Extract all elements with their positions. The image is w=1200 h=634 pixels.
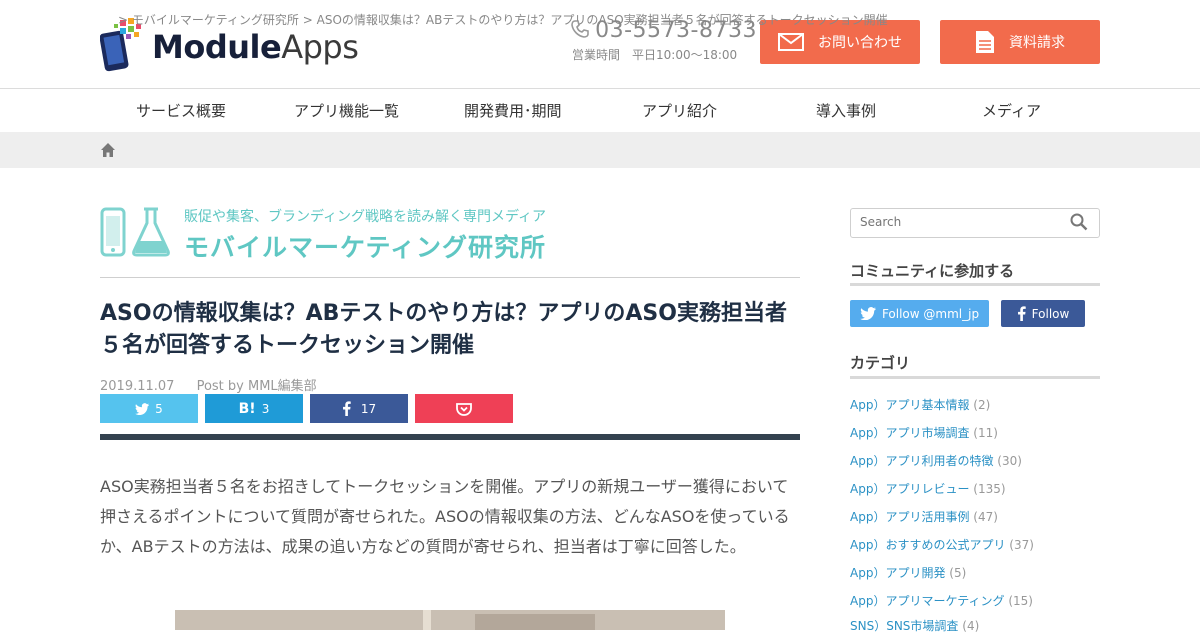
- document-request-label: 資料請求: [1009, 35, 1065, 51]
- category-label: App）アプリマーケティング: [850, 594, 1005, 608]
- home-icon[interactable]: [100, 142, 116, 158]
- community-heading: コミュニティに参加する: [850, 262, 1015, 280]
- share-hatena-button[interactable]: B! 3: [205, 394, 303, 423]
- share-twitter-button[interactable]: 5: [100, 394, 198, 423]
- facebook-icon: [1017, 306, 1026, 321]
- category-label: App）おすすめの公式アプリ: [850, 538, 1006, 552]
- main-nav: サービス概要 アプリ機能一覧 開発費用･期間 アプリ紹介 導入事例 メディア: [0, 89, 1200, 132]
- category-count: (37): [1009, 538, 1034, 552]
- category-count: (47): [973, 510, 998, 524]
- category-label: App）アプリ基本情報: [850, 398, 970, 412]
- document-icon: [976, 31, 994, 53]
- category-count: (4): [962, 619, 980, 633]
- logo-text-apps: Apps: [281, 28, 359, 66]
- nav-item-media[interactable]: メディア: [982, 100, 1041, 121]
- document-request-button[interactable]: 資料請求: [940, 20, 1100, 64]
- twitter-icon: [135, 402, 150, 415]
- category-count: (30): [997, 454, 1022, 468]
- article-meta: 2019.11.07 Post by MML編集部: [100, 375, 317, 394]
- category-label: App）アプリ利用者の特徴: [850, 454, 994, 468]
- breadcrumb-item-current: ASOの情報収集は？ABテストのやり方は？アプリのASO実務担当者５名が回答する…: [316, 13, 888, 27]
- breadcrumb-separator: >: [118, 13, 129, 27]
- hatena-bookmark-icon: B!: [238, 400, 256, 417]
- business-hours: 営業時間 平日10:00〜18:00: [572, 48, 738, 62]
- nav-item-apps[interactable]: アプリ紹介: [642, 100, 717, 121]
- breadcrumb-item-media[interactable]: モバイルマーケティング研究所: [132, 13, 299, 27]
- article-photo: [175, 610, 725, 630]
- breadcrumb: [0, 132, 1200, 168]
- contact-button-label: お問い合わせ: [818, 35, 902, 51]
- article-title: ASOの情報収集は？ABテストのやり方は？アプリのASO実務担当者５名が回答する…: [100, 301, 787, 358]
- media-tagline: 販促や集客、ブランディング戦略を読み解く専門メディア: [184, 209, 547, 225]
- article-date: 2019.11.07: [100, 379, 175, 394]
- article-divider: [100, 434, 800, 440]
- twitter-follow-label: Follow @mml_jp: [881, 306, 980, 321]
- article-lead: ASO実務担当者５名をお招きしてトークセッションを開催。アプリの新規ユーザー獲得…: [100, 477, 790, 556]
- search-input[interactable]: [852, 210, 1070, 234]
- share-facebook-button[interactable]: 17: [310, 394, 408, 423]
- nav-item-cases[interactable]: 導入事例: [816, 100, 876, 121]
- category-label: SNS）SNS市場調査: [850, 619, 959, 633]
- facebook-follow-button[interactable]: Follow: [1001, 300, 1085, 327]
- heading-underline: [850, 283, 1100, 286]
- nav-item-cost[interactable]: 開発費用･期間: [464, 100, 562, 121]
- twitter-follow-button[interactable]: Follow @mml_jp: [850, 300, 989, 327]
- site-logo[interactable]: ModuleApps: [152, 28, 359, 66]
- category-link[interactable]: App）アプリ利用者の特徴 (30): [850, 452, 1022, 469]
- logo-text-module: Module: [152, 28, 282, 66]
- category-label: App）アプリ開発: [850, 566, 946, 580]
- twitter-share-count: 5: [155, 401, 163, 416]
- category-link[interactable]: App）おすすめの公式アプリ (37): [850, 536, 1034, 553]
- media-name[interactable]: モバイルマーケティング研究所: [184, 228, 546, 264]
- category-count: (11): [973, 426, 998, 440]
- category-link[interactable]: App）アプリレビュー (135): [850, 480, 1006, 497]
- breadcrumb-separator: >: [302, 13, 313, 27]
- nav-item-service[interactable]: サービス概要: [136, 100, 226, 121]
- share-pocket-button[interactable]: [415, 394, 513, 423]
- search-icon[interactable]: [1070, 213, 1088, 231]
- category-label: App）アプリ活用事例: [850, 510, 970, 524]
- divider: [100, 277, 800, 278]
- category-count: (15): [1008, 594, 1033, 608]
- category-heading: カテゴリ: [850, 354, 911, 372]
- category-label: App）アプリレビュー: [850, 482, 970, 496]
- facebook-share-count: 17: [360, 401, 377, 416]
- media-logo-icon: [100, 207, 170, 257]
- heading-underline: [850, 376, 1100, 379]
- pocket-icon: [456, 402, 472, 416]
- hatena-share-count: 3: [261, 401, 270, 416]
- category-count: (135): [973, 482, 1006, 496]
- twitter-icon: [860, 307, 876, 320]
- nav-item-features[interactable]: アプリ機能一覧: [294, 100, 399, 121]
- category-count: (5): [949, 566, 967, 580]
- category-link[interactable]: App）アプリ基本情報 (2): [850, 396, 990, 413]
- category-link[interactable]: App）アプリ市場調査 (11): [850, 424, 998, 441]
- category-count: (2): [973, 398, 991, 412]
- category-label: App）アプリ市場調査: [850, 426, 970, 440]
- category-link[interactable]: App）アプリマーケティング (15): [850, 592, 1033, 609]
- facebook-follow-label: Follow: [1031, 306, 1070, 321]
- breadcrumb-trail: > モバイルマーケティング研究所 > ASOの情報収集は？ABテストのやり方は？…: [118, 11, 888, 28]
- mail-icon: [778, 33, 804, 51]
- facebook-icon: [342, 401, 351, 416]
- category-link[interactable]: App）アプリ活用事例 (47): [850, 508, 998, 525]
- article-author: Post by MML編集部: [196, 379, 317, 394]
- category-link[interactable]: App）アプリ開発 (5): [850, 564, 966, 581]
- category-link[interactable]: SNS）SNS市場調査 (4): [850, 617, 979, 634]
